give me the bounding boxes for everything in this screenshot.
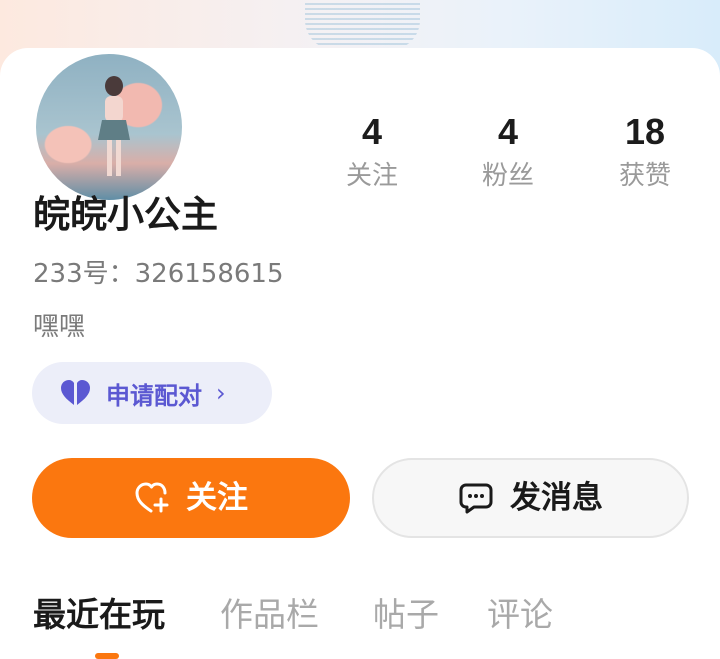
stat-following-count: 4 xyxy=(361,111,383,152)
heart-pair-icon xyxy=(61,380,90,405)
follow-button-label: 关注 xyxy=(186,480,248,516)
message-button-label: 发消息 xyxy=(510,480,603,516)
chevron-right-icon: › xyxy=(216,379,226,407)
tab-posts[interactable]: 帖子 xyxy=(373,593,439,637)
profile-bio: 嘿嘿 xyxy=(33,312,86,342)
stat-likes[interactable]: 18 获赞 xyxy=(585,110,705,194)
profile-tabs: 最近在玩 作品栏 帖子 评论 xyxy=(0,593,720,659)
tab-comments[interactable]: 评论 xyxy=(487,593,553,637)
message-button[interactable]: 发消息 xyxy=(372,458,689,538)
stat-followers[interactable]: 4 粉丝 xyxy=(448,110,568,194)
stat-followers-label: 粉丝 xyxy=(481,161,534,191)
avatar-girl-illustration xyxy=(98,76,130,176)
avatar[interactable] xyxy=(32,50,186,204)
stat-followers-count: 4 xyxy=(497,111,519,152)
active-tab-indicator xyxy=(95,653,119,659)
chat-bubble-icon xyxy=(459,483,493,514)
tab-recent-played[interactable]: 最近在玩 xyxy=(33,593,165,637)
stat-likes-label: 获赞 xyxy=(618,161,671,191)
profile-uid: 233号：326158615 xyxy=(33,259,284,289)
pair-request-button[interactable]: 申请配对 › xyxy=(32,362,272,424)
follow-button[interactable]: 关注 xyxy=(32,458,350,538)
stat-following-label: 关注 xyxy=(345,161,398,191)
tab-works[interactable]: 作品栏 xyxy=(220,593,319,637)
banner-figure-decoration xyxy=(305,0,420,50)
profile-card: 4 关注 4 粉丝 18 获赞 皖皖小公主 233号：326158615 嘿嘿 … xyxy=(0,48,720,659)
stat-likes-count: 18 xyxy=(624,111,666,152)
profile-name: 皖皖小公主 xyxy=(33,193,218,236)
stat-following[interactable]: 4 关注 xyxy=(312,110,432,194)
heart-plus-icon xyxy=(135,482,169,513)
pair-request-label: 申请配对 xyxy=(106,381,202,410)
